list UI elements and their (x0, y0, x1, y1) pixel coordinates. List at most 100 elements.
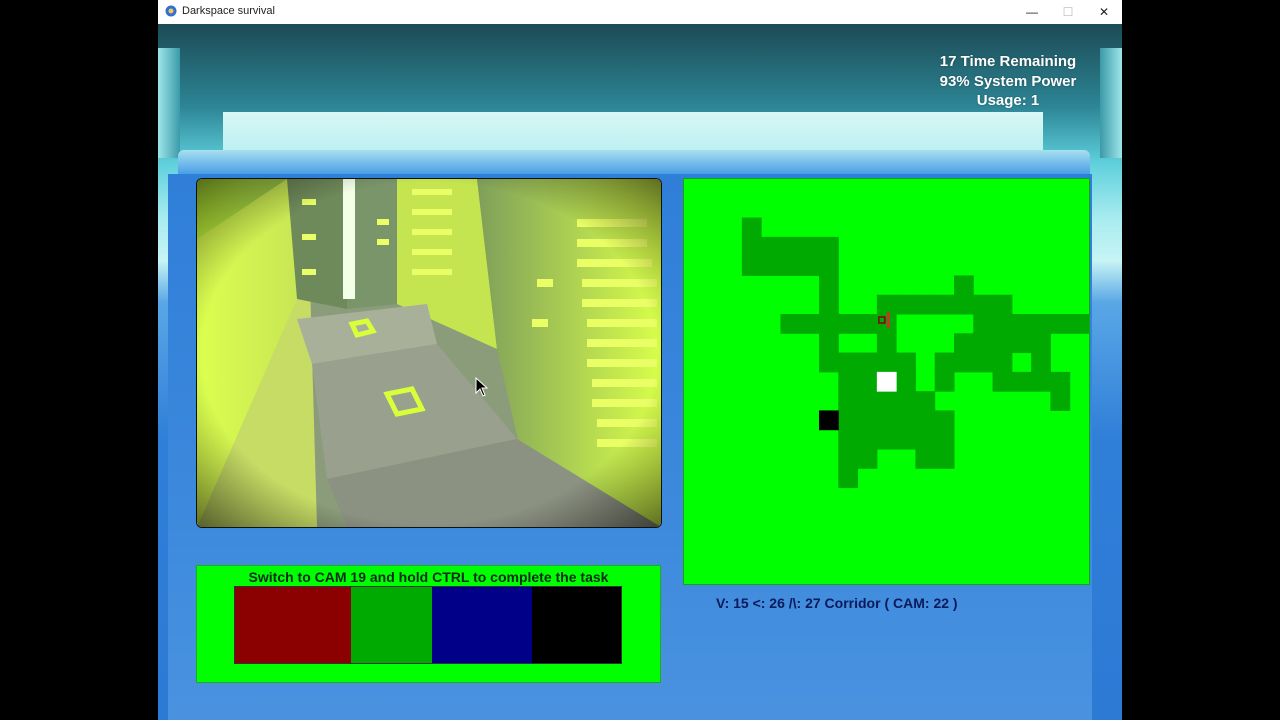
map-cell-corridor[interactable] (915, 449, 936, 469)
map-cell-corridor[interactable] (876, 294, 897, 315)
map-cell-corridor[interactable] (915, 410, 936, 431)
facility-map[interactable] (683, 178, 1090, 585)
map-cell-corridor[interactable] (741, 236, 762, 257)
map-cell-corridor[interactable] (780, 236, 801, 257)
map-cell-corridor[interactable] (934, 371, 955, 392)
title-bar: Darkspace survival — ☐ ✕ (158, 0, 1122, 25)
swatch-blue (432, 587, 532, 663)
map-cell-corridor[interactable] (992, 314, 1013, 334)
map-cell-corridor[interactable] (992, 333, 1013, 354)
maximize-button[interactable]: ☐ (1050, 0, 1086, 24)
window-title: Darkspace survival (182, 5, 275, 17)
map-cell-corridor[interactable] (954, 294, 974, 315)
close-button[interactable]: ✕ (1086, 0, 1122, 24)
map-cell-corridor[interactable] (761, 236, 781, 257)
map-cell-corridor[interactable] (934, 429, 955, 450)
hud-stats: 17 Time Remaining 93% System Power Usage… (903, 52, 1113, 111)
map-cell-corridor[interactable] (1031, 314, 1051, 334)
swatch-red (235, 587, 351, 663)
map-cell-corridor[interactable] (876, 391, 897, 411)
map-cell-corridor[interactable] (915, 429, 936, 450)
map-cell-corridor[interactable] (799, 256, 820, 276)
map-cell-corridor[interactable] (799, 236, 820, 257)
map-cell-corridor[interactable] (1031, 352, 1051, 373)
map-cell-corridor[interactable] (896, 391, 916, 411)
map-cell-corridor[interactable] (1050, 314, 1071, 334)
swatch-black (532, 587, 621, 663)
map-cell-corridor[interactable] (1011, 333, 1032, 354)
map-cell-corridor[interactable] (1050, 391, 1071, 411)
map-cell-corridor[interactable] (741, 217, 762, 238)
map-cell-corridor[interactable] (876, 410, 897, 431)
map-cell-corridor[interactable] (1031, 371, 1051, 392)
map-cell-corridor[interactable] (819, 236, 839, 257)
map-cell-corridor[interactable] (992, 371, 1013, 392)
map-cell-corridor[interactable] (761, 256, 781, 276)
map-cell-corridor[interactable] (819, 333, 839, 354)
map-cell-corridor[interactable] (857, 352, 878, 373)
system-power: 93% System Power (939, 72, 1077, 90)
map-cell-corridor[interactable] (876, 429, 897, 450)
map-cell-corridor[interactable] (838, 429, 859, 450)
game-window: Darkspace survival — ☐ ✕ 17 Time Remaini… (158, 0, 1122, 720)
map-cell-corridor[interactable] (838, 410, 859, 431)
minimize-button[interactable]: — (1014, 0, 1050, 24)
color-code-bar (234, 586, 622, 664)
map-cell-corridor[interactable] (973, 352, 994, 373)
map-cell-corridor[interactable] (1031, 333, 1051, 354)
map-cell-corridor[interactable] (992, 352, 1013, 373)
map-cell-corridor[interactable] (780, 314, 801, 334)
map-cell-corridor[interactable] (857, 314, 878, 334)
map-cell-corridor[interactable] (819, 294, 839, 315)
map-cell-corridor[interactable] (896, 371, 916, 392)
map-cell-corridor[interactable] (838, 391, 859, 411)
camera-feed[interactable] (196, 178, 662, 528)
map-cell-corridor[interactable] (780, 256, 801, 276)
map-cell-corridor[interactable] (1069, 314, 1089, 334)
map-cell-corridor[interactable] (915, 294, 936, 315)
map-cell-corridor[interactable] (915, 391, 936, 411)
map-cell-corridor[interactable] (838, 371, 859, 392)
power-usage: Usage: 1 (976, 92, 1040, 109)
map-cell-corridor[interactable] (838, 314, 859, 334)
map-cell-corridor[interactable] (819, 352, 839, 373)
map-cell-corridor[interactable] (954, 333, 974, 354)
map-cell-corridor[interactable] (934, 352, 955, 373)
console-frame (178, 150, 1090, 174)
map-cell-corridor[interactable] (1050, 371, 1071, 392)
map-cell-corridor[interactable] (896, 352, 916, 373)
map-cell-corridor[interactable] (973, 333, 994, 354)
map-cell-corridor[interactable] (934, 294, 955, 315)
map-cell-corridor[interactable] (1011, 371, 1032, 392)
map-cell-corridor[interactable] (896, 294, 916, 315)
map-cell-corridor[interactable] (838, 468, 859, 489)
map-cell-corridor[interactable] (896, 429, 916, 450)
map-cell-corridor[interactable] (954, 352, 974, 373)
map-cell-corridor[interactable] (934, 410, 955, 431)
map-cell-corridor[interactable] (857, 410, 878, 431)
map-cell-corridor[interactable] (934, 449, 955, 469)
map-cell-corridor[interactable] (992, 294, 1013, 315)
map-cell-corridor[interactable] (954, 275, 974, 296)
map-cell-corridor[interactable] (819, 314, 839, 334)
map-cell-enemy[interactable] (819, 410, 839, 431)
map-cell-corridor[interactable] (973, 314, 994, 334)
map-cell-current[interactable] (876, 371, 897, 392)
map-cell-corridor[interactable] (876, 333, 897, 354)
map-cell-corridor[interactable] (857, 371, 878, 392)
map-cell-corridor[interactable] (1011, 314, 1032, 334)
map-cell-corridor[interactable] (819, 275, 839, 296)
map-cell-corridor[interactable] (973, 294, 994, 315)
map-cell-corridor[interactable] (819, 256, 839, 276)
map-cell-corridor[interactable] (857, 391, 878, 411)
map-cell-corridor[interactable] (741, 256, 762, 276)
map-cell-corridor[interactable] (838, 449, 859, 469)
map-cell-corridor[interactable] (876, 352, 897, 373)
room-pillar-left (158, 48, 180, 158)
map-cell-corridor[interactable] (857, 449, 878, 469)
map-cell-corridor[interactable] (857, 429, 878, 450)
swatch-green (351, 587, 432, 663)
map-cell-corridor[interactable] (896, 410, 916, 431)
map-cell-corridor[interactable] (838, 352, 859, 373)
map-cell-corridor[interactable] (799, 314, 820, 334)
